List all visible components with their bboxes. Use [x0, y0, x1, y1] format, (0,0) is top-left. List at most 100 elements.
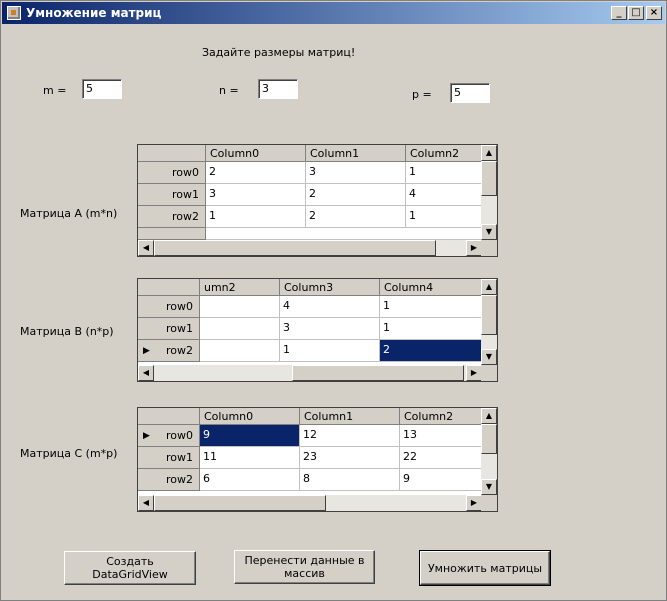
- scroll-up-icon[interactable]: ▲: [481, 145, 497, 161]
- scroll-down-icon[interactable]: ▼: [481, 224, 497, 240]
- multiply-matrices-button[interactable]: Умножить матрицы: [419, 550, 551, 586]
- matrix-c-label: Матрица C (m*p): [20, 447, 118, 460]
- scroll-left-icon[interactable]: ◀: [138, 495, 154, 511]
- grid-cell[interactable]: 8: [300, 469, 400, 491]
- row-header[interactable]: row1: [138, 318, 200, 340]
- horizontal-scrollbar[interactable]: ◀ ▶: [138, 365, 482, 381]
- m-label: m =: [43, 84, 67, 97]
- window-title: Умножение матриц: [26, 6, 162, 20]
- grid-cell[interactable]: [200, 318, 280, 340]
- scrollbar-corner: [481, 495, 497, 511]
- grid-cell[interactable]: 6: [200, 469, 300, 491]
- grid-cell[interactable]: 23: [300, 447, 400, 469]
- grid-cell[interactable]: [200, 340, 280, 362]
- scroll-right-icon[interactable]: ▶: [466, 240, 482, 256]
- minimize-button[interactable]: _: [611, 6, 627, 20]
- grid-cell[interactable]: 1: [280, 340, 380, 362]
- grid-cell[interactable]: 3: [280, 318, 380, 340]
- create-datagridview-button[interactable]: Создать DataGridView: [64, 551, 196, 585]
- grid-cell-selected[interactable]: 9: [200, 425, 300, 447]
- n-input[interactable]: 3: [258, 79, 298, 99]
- multiply-button-label: Умножить матрицы: [427, 561, 543, 575]
- grid-cell[interactable]: 1: [206, 206, 306, 228]
- transfer-to-array-button[interactable]: Перенести данные в массив: [234, 550, 375, 584]
- scroll-thumb[interactable]: [481, 161, 497, 196]
- scroll-thumb[interactable]: [481, 424, 497, 454]
- vertical-scrollbar[interactable]: ▲ ▼: [481, 408, 497, 495]
- prompt-label: Задайте размеры матриц!: [202, 46, 356, 59]
- column-header[interactable]: Column0: [200, 408, 300, 425]
- create-button-label: Создать DataGridView: [92, 555, 168, 581]
- scroll-right-icon[interactable]: ▶: [466, 495, 482, 511]
- grid-cell-partial: [206, 228, 482, 240]
- scroll-thumb[interactable]: [292, 365, 464, 381]
- row-header[interactable]: row0: [138, 162, 206, 184]
- horizontal-scrollbar[interactable]: ◀ ▶: [138, 240, 482, 256]
- title-bar: Умножение матриц _ □ ×: [2, 2, 665, 24]
- scroll-up-icon[interactable]: ▲: [481, 279, 497, 295]
- matrix-b-label: Матрица B (n*p): [20, 325, 114, 338]
- matrix-a-grid[interactable]: Column0 Column1 Column2 row0 2 3 1 row1 …: [137, 144, 498, 257]
- grid-cell[interactable]: 2: [306, 184, 406, 206]
- grid-cell[interactable]: 12: [300, 425, 400, 447]
- grid-cell[interactable]: 9: [400, 469, 482, 491]
- m-input[interactable]: 5: [82, 79, 122, 99]
- grid-cell[interactable]: 22: [400, 447, 482, 469]
- grid-cell[interactable]: 11: [200, 447, 300, 469]
- column-header[interactable]: Column1: [300, 408, 400, 425]
- scroll-down-icon[interactable]: ▼: [481, 479, 497, 495]
- grid-cell[interactable]: [200, 296, 280, 318]
- grid-cell[interactable]: 3: [206, 184, 306, 206]
- vertical-scrollbar[interactable]: ▲ ▼: [481, 145, 497, 240]
- column-header[interactable]: Column4: [380, 279, 482, 296]
- vertical-scrollbar[interactable]: ▲ ▼: [481, 279, 497, 365]
- column-header[interactable]: Column3: [280, 279, 380, 296]
- column-header[interactable]: Column2: [400, 408, 482, 425]
- grid-cell[interactable]: 3: [306, 162, 406, 184]
- row-header[interactable]: row1: [138, 184, 206, 206]
- scroll-thumb[interactable]: [154, 495, 326, 511]
- column-header[interactable]: Column2: [406, 145, 482, 162]
- column-header[interactable]: Column1: [306, 145, 406, 162]
- current-row-icon: ▶: [143, 346, 150, 356]
- grid-cell[interactable]: 1: [406, 206, 482, 228]
- row-header[interactable]: row0: [138, 296, 200, 318]
- scroll-thumb[interactable]: [154, 240, 436, 256]
- p-label: p =: [412, 88, 432, 101]
- grid-cell[interactable]: 4: [280, 296, 380, 318]
- row-header[interactable]: row2: [138, 469, 200, 491]
- grid-corner: [138, 408, 200, 425]
- grid-cell[interactable]: 2: [206, 162, 306, 184]
- grid-cell[interactable]: 13: [400, 425, 482, 447]
- column-header[interactable]: Column0: [206, 145, 306, 162]
- matrix-b-grid[interactable]: umn2 Column3 Column4 row0 4 1 row1 3 1 r…: [137, 278, 498, 382]
- scroll-thumb[interactable]: [481, 295, 497, 335]
- scroll-right-icon[interactable]: ▶: [466, 365, 482, 381]
- grid-cell[interactable]: 1: [380, 318, 482, 340]
- scroll-left-icon[interactable]: ◀: [138, 365, 154, 381]
- grid-cell-selected[interactable]: 2: [380, 340, 482, 362]
- p-input[interactable]: 5: [450, 83, 490, 103]
- row-header[interactable]: row1: [138, 447, 200, 469]
- grid-cell[interactable]: 4: [406, 184, 482, 206]
- matrix-a-label: Матрица A (m*n): [20, 207, 118, 220]
- scroll-down-icon[interactable]: ▼: [481, 349, 497, 365]
- grid-cell[interactable]: 2: [306, 206, 406, 228]
- current-row-icon: ▶: [143, 431, 150, 441]
- row-header-partial: [138, 228, 206, 240]
- scroll-left-icon[interactable]: ◀: [138, 240, 154, 256]
- transfer-button-label-line1: Перенести данные в: [244, 554, 365, 567]
- grid-corner: [138, 279, 200, 296]
- scroll-up-icon[interactable]: ▲: [481, 408, 497, 424]
- n-label: n =: [219, 84, 239, 97]
- matrix-c-grid[interactable]: Column0 Column1 Column2 row0 ▶ 9 12 13 r…: [137, 407, 498, 512]
- grid-cell[interactable]: 1: [406, 162, 482, 184]
- main-window: Умножение матриц _ □ × Задайте размеры м…: [0, 0, 667, 601]
- column-header[interactable]: umn2: [200, 279, 280, 296]
- close-button[interactable]: ×: [646, 6, 662, 20]
- maximize-button[interactable]: □: [628, 6, 644, 20]
- grid-cell[interactable]: 1: [380, 296, 482, 318]
- scrollbar-corner: [481, 240, 497, 256]
- row-header[interactable]: row2: [138, 206, 206, 228]
- horizontal-scrollbar[interactable]: ◀ ▶: [138, 495, 482, 511]
